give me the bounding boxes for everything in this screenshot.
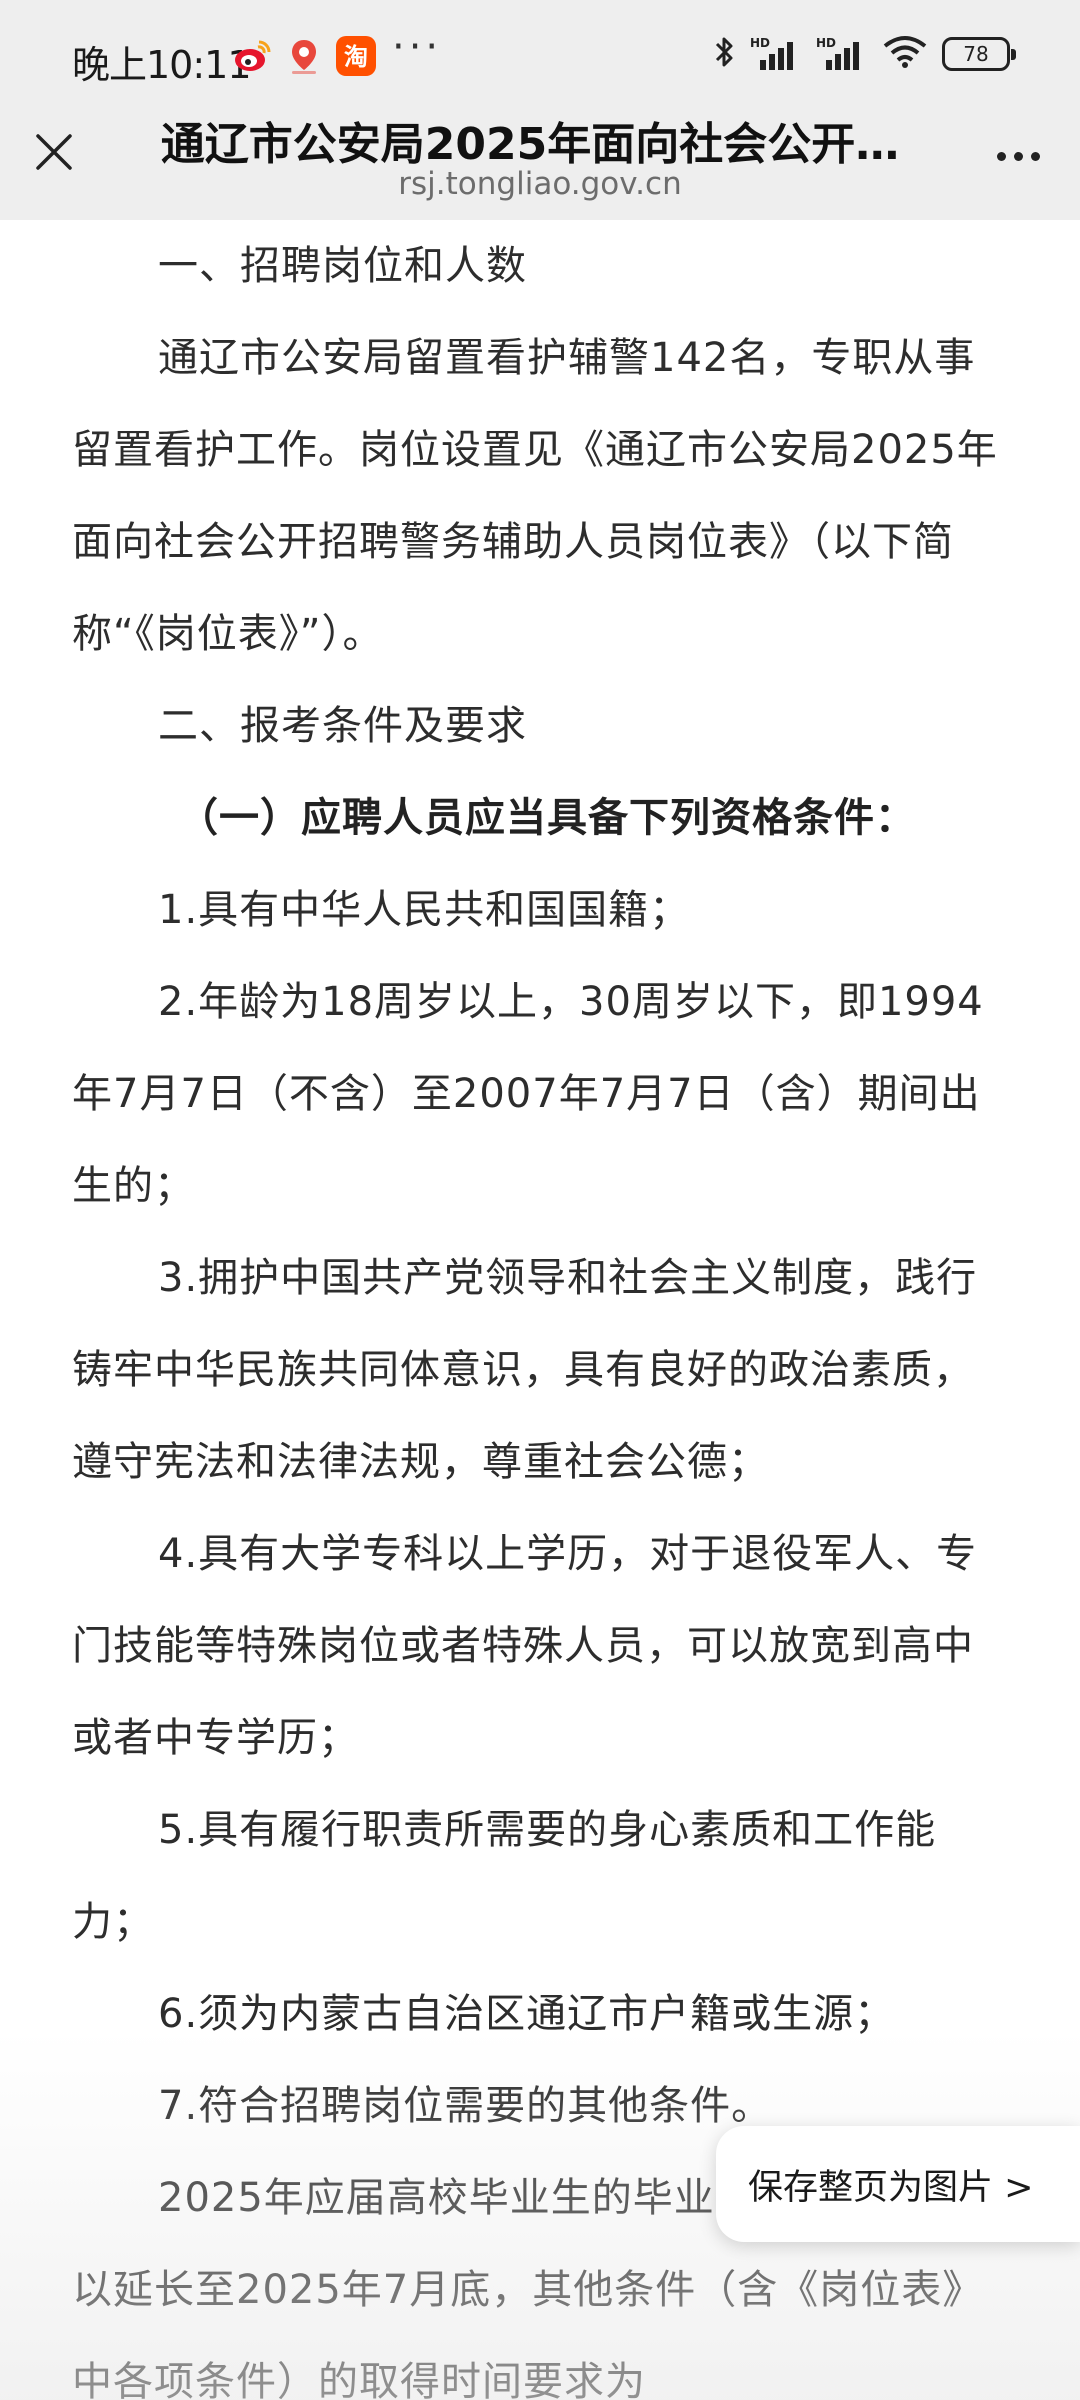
more-options-button[interactable] <box>986 132 1050 180</box>
subsection-heading: （一）应聘人员应当具备下列资格条件： <box>178 795 916 841</box>
status-bar: 晚上10:11 淘 ··· HD HD 78 <box>0 0 1080 100</box>
list-item: 4.具有大学专科以上学历，对于退役军人、专门技能等特殊岗位或者特殊人员，可以放宽… <box>72 1531 978 1761</box>
weibo-icon <box>232 36 272 76</box>
browser-title-bar: 通辽市公安局2025年面向社会公开… rsj.tongliao.gov.cn <box>0 100 1080 220</box>
list-item: 3.拥护中国共产党领导和社会主义制度，践行铸牢中华民族共同体意识，具有良好的政治… <box>72 1255 978 1485</box>
svg-text:淘: 淘 <box>344 43 368 71</box>
signal-strength-2-icon: HD <box>816 36 868 72</box>
close-icon <box>36 134 72 170</box>
bluetooth-icon <box>714 34 736 74</box>
article-content: 一、招聘岗位和人数 通辽市公安局留置看护辅警142名，专职从事留置看护工作。岗位… <box>0 220 1080 2400</box>
list-item: 5.具有履行职责所需要的身心素质和工作能力； <box>72 1807 937 1945</box>
list-item: 1.具有中华人民共和国国籍； <box>158 887 691 933</box>
status-app-icons: 淘 <box>232 36 376 76</box>
svg-text:HD: HD <box>750 36 770 50</box>
map-pin-app-icon <box>284 36 324 76</box>
article-paragraph: 通辽市公安局留置看护辅警142名，专职从事留置看护工作。岗位设置见《通辽市公安局… <box>72 335 998 657</box>
save-page-as-image-button[interactable]: 保存整页为图片 > <box>716 2126 1080 2242</box>
more-dot-icon <box>1013 151 1023 161</box>
wifi-icon <box>882 34 928 74</box>
taobao-icon: 淘 <box>336 36 376 76</box>
section-heading: 二、报考条件及要求 <box>158 703 527 749</box>
status-indicators: HD HD 78 <box>714 34 1016 74</box>
more-dot-icon <box>1030 151 1040 161</box>
status-more-indicator: ··· <box>392 24 443 70</box>
more-dot-icon <box>996 151 1006 161</box>
close-button[interactable] <box>26 124 82 180</box>
section-heading: 一、招聘岗位和人数 <box>158 243 527 289</box>
battery-indicator: 78 <box>942 37 1016 71</box>
status-time: 晚上10:11 <box>72 43 252 87</box>
signal-strength-icon: HD <box>750 36 802 72</box>
page-url: rsj.tongliao.gov.cn <box>398 166 682 202</box>
list-item: 6.须为内蒙古自治区通辽市户籍或生源； <box>158 1991 896 2037</box>
svg-text:HD: HD <box>816 36 836 50</box>
list-item: 2.年龄为18周岁以上，30周岁以下，即1994年7月7日（不含）至2007年7… <box>72 979 984 1209</box>
page-title: 通辽市公安局2025年面向社会公开… <box>160 119 900 170</box>
